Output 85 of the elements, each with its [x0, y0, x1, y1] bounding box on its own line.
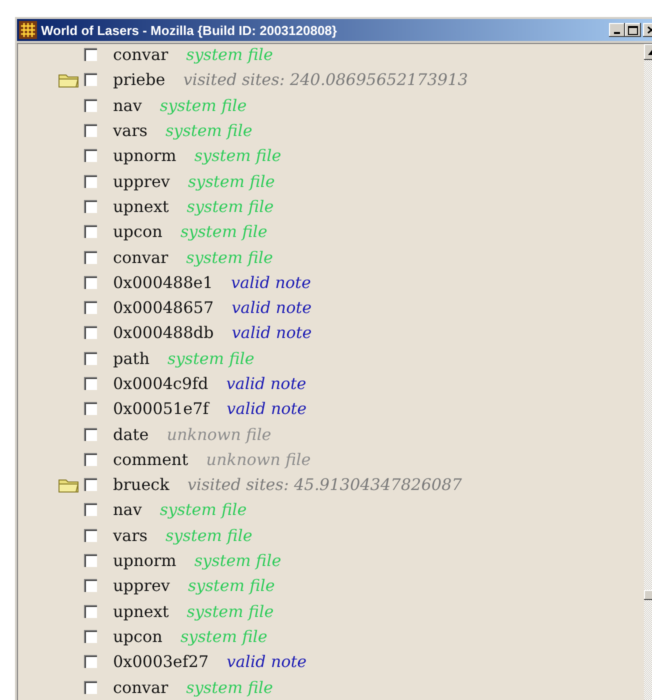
checkbox[interactable]: [84, 528, 97, 542]
item-detail: system file: [188, 576, 275, 596]
item-detail: system file: [194, 146, 282, 166]
item-name: upnorm: [113, 551, 176, 570]
checkbox[interactable]: [84, 630, 97, 643]
item-name: vars: [113, 526, 148, 545]
item-detail: system file: [160, 96, 247, 115]
item-name: convar: [113, 248, 168, 267]
checkbox[interactable]: [84, 250, 97, 264]
checkbox[interactable]: [84, 98, 97, 112]
checkbox[interactable]: [84, 452, 97, 466]
checkbox[interactable]: [84, 428, 97, 441]
checkbox[interactable]: [84, 301, 97, 314]
item-name: 0x000488e1: [113, 272, 213, 292]
item-name: date: [113, 424, 149, 444]
folder-icon: [58, 476, 80, 493]
item-name: nav: [113, 500, 142, 520]
app-icon: [19, 21, 37, 39]
item-name: upcon: [113, 222, 162, 242]
item-detail: valid note: [232, 323, 312, 342]
item-detail: system file: [186, 196, 274, 216]
checkbox[interactable]: [84, 503, 97, 516]
item-name: brueck: [113, 475, 170, 494]
item-detail: system file: [165, 121, 252, 140]
item-name: vars: [113, 121, 148, 140]
checkbox[interactable]: [84, 174, 97, 188]
checkbox[interactable]: [84, 402, 97, 416]
checkbox[interactable]: [84, 377, 97, 390]
item-name: upprev: [113, 172, 170, 191]
item-detail: system file: [186, 45, 273, 64]
item-name: priebe: [113, 70, 166, 90]
item-name: upnext: [113, 196, 169, 216]
item-detail: system file: [180, 626, 268, 646]
item-detail: system file: [186, 678, 273, 697]
item-detail: unknown file: [166, 424, 272, 444]
item-detail: valid note: [232, 298, 312, 318]
item-detail: valid note: [226, 399, 307, 418]
item-name: upprev: [113, 576, 170, 596]
item-detail: system file: [160, 500, 247, 520]
checkbox[interactable]: [84, 478, 97, 492]
checkbox[interactable]: [84, 579, 97, 592]
checkbox[interactable]: [84, 655, 97, 668]
item-detail: visited sites: 45.91304347826087: [187, 475, 462, 494]
folder-icon: [58, 72, 80, 88]
checkbox[interactable]: [84, 225, 97, 238]
checkbox[interactable]: [84, 680, 97, 694]
checkbox[interactable]: [84, 124, 97, 138]
item-name: nav: [113, 96, 142, 115]
maximize-icon: [628, 26, 638, 34]
checkbox[interactable]: [84, 554, 97, 568]
item-name: 0x0003ef27: [113, 652, 209, 672]
window-title: World of Lasers - Mozilla {Build ID: 2003120808}: [41, 22, 338, 38]
item-name: upnorm: [113, 146, 176, 166]
item-detail: valid note: [226, 374, 306, 393]
checkbox[interactable]: [84, 200, 97, 213]
checkbox[interactable]: [84, 48, 97, 62]
maximize-button[interactable]: [625, 23, 641, 37]
item-name: 0x0004c9fd: [113, 374, 208, 393]
item-detail: system file: [168, 348, 254, 368]
item-name: convar: [113, 678, 168, 697]
item-detail: system file: [188, 172, 275, 191]
checkbox[interactable]: [84, 276, 97, 289]
item-detail: system file: [186, 248, 273, 267]
checkbox[interactable]: [84, 352, 97, 365]
checkbox[interactable]: [84, 604, 97, 618]
item-name: path: [113, 348, 150, 368]
item-name: comment: [113, 450, 188, 469]
item-name: convar: [113, 45, 168, 64]
item-detail: system file: [194, 551, 282, 570]
item-detail: system file: [165, 526, 252, 545]
checkbox[interactable]: [84, 326, 97, 340]
minimize-button[interactable]: [609, 23, 625, 37]
item-name: 0x00051e7f: [113, 399, 209, 418]
item-detail: system file: [186, 602, 274, 621]
checkbox[interactable]: [84, 73, 97, 86]
item-name: upcon: [113, 626, 162, 646]
item-name: 0x000488db: [113, 323, 214, 342]
item-detail: valid note: [230, 272, 311, 292]
item-name: 0x00048657: [113, 298, 214, 318]
item-detail: valid note: [226, 652, 307, 672]
item-name: upnext: [113, 602, 169, 621]
item-detail: visited sites: 240.08695652173913: [183, 70, 468, 90]
item-detail: unknown file: [206, 450, 311, 469]
checkbox[interactable]: [84, 149, 97, 162]
item-detail: system file: [180, 222, 268, 242]
